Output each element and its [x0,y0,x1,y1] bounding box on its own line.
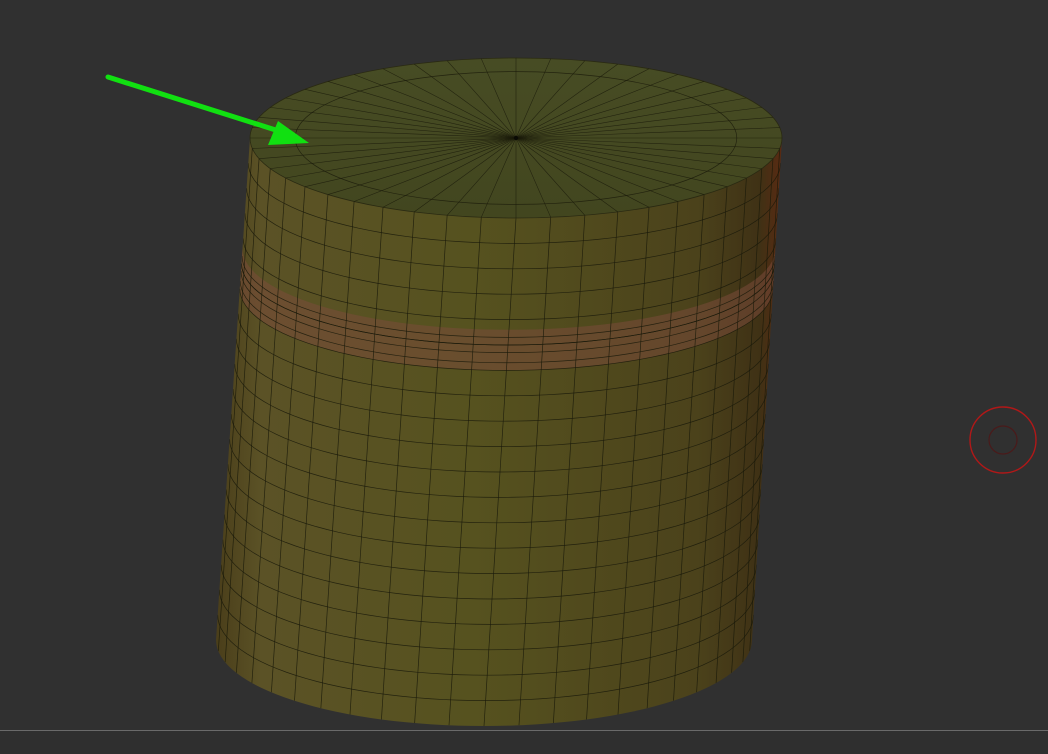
arrow-icon [105,74,285,135]
top-cap-wireframe [250,58,782,218]
cylinder-side [216,138,782,726]
transpose-circle-icon[interactable] [969,406,1037,474]
cylinder-mesh[interactable] [216,57,783,726]
cap-center-pole [513,135,519,141]
scene-svg [105,57,1037,726]
transpose-widget[interactable] [969,406,1037,474]
transpose-inner-circle-icon [988,425,1018,455]
bottom-status-bar [0,730,1048,754]
viewport-canvas[interactable] [0,0,1048,730]
